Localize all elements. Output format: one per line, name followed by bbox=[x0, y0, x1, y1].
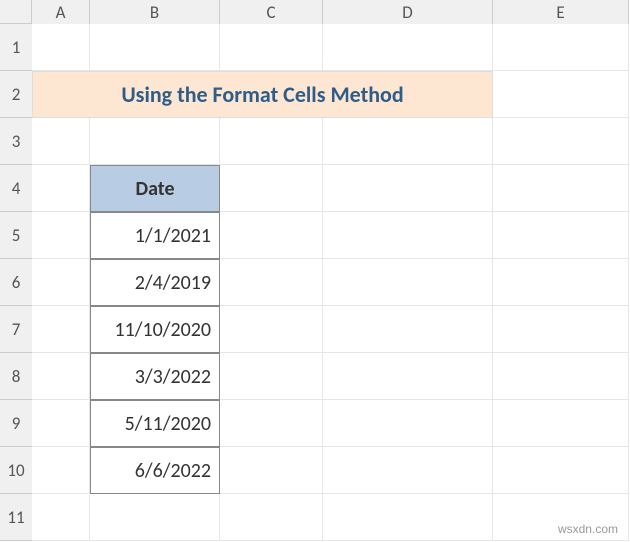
table-row[interactable]: 2/4/2019 bbox=[90, 259, 220, 306]
cell-C10[interactable] bbox=[220, 447, 323, 494]
cell-D10[interactable] bbox=[323, 447, 493, 494]
cell-C5[interactable] bbox=[220, 212, 323, 259]
cell-D11[interactable] bbox=[323, 494, 493, 541]
cell-A11[interactable] bbox=[32, 494, 90, 541]
row-header-10[interactable]: 10 bbox=[0, 447, 32, 494]
cell-A9[interactable] bbox=[32, 400, 90, 447]
cell-C8[interactable] bbox=[220, 353, 323, 400]
table-row[interactable]: 3/3/2022 bbox=[90, 353, 220, 400]
cell-B1[interactable] bbox=[90, 24, 220, 71]
col-header-A[interactable]: A bbox=[32, 0, 90, 24]
cell-E9[interactable] bbox=[493, 400, 629, 447]
row-header-5[interactable]: 5 bbox=[0, 212, 32, 259]
cell-D8[interactable] bbox=[323, 353, 493, 400]
col-header-E[interactable]: E bbox=[493, 0, 629, 24]
cell-D4[interactable] bbox=[323, 165, 493, 212]
cell-E3[interactable] bbox=[493, 118, 629, 165]
cell-A8[interactable] bbox=[32, 353, 90, 400]
row-header-11[interactable]: 11 bbox=[0, 494, 32, 541]
table-row[interactable]: 5/11/2020 bbox=[90, 400, 220, 447]
select-all-corner[interactable] bbox=[0, 0, 32, 24]
row-header-4[interactable]: 4 bbox=[0, 165, 32, 212]
col-header-C[interactable]: C bbox=[220, 0, 323, 24]
spreadsheet-grid: A B C D E 1 2 Using the Format Cells Met… bbox=[0, 0, 630, 541]
cell-E6[interactable] bbox=[493, 259, 629, 306]
cell-C7[interactable] bbox=[220, 306, 323, 353]
row-header-8[interactable]: 8 bbox=[0, 353, 32, 400]
cell-E1[interactable] bbox=[493, 24, 629, 71]
cell-D3[interactable] bbox=[323, 118, 493, 165]
cell-B3[interactable] bbox=[90, 118, 220, 165]
cell-C1[interactable] bbox=[220, 24, 323, 71]
cell-E2[interactable] bbox=[493, 71, 629, 118]
cell-C11[interactable] bbox=[220, 494, 323, 541]
cell-D9[interactable] bbox=[323, 400, 493, 447]
cell-E10[interactable] bbox=[493, 447, 629, 494]
row-header-1[interactable]: 1 bbox=[0, 24, 32, 71]
cell-D1[interactable] bbox=[323, 24, 493, 71]
cell-A7[interactable] bbox=[32, 306, 90, 353]
cell-C9[interactable] bbox=[220, 400, 323, 447]
cell-D5[interactable] bbox=[323, 212, 493, 259]
cell-D7[interactable] bbox=[323, 306, 493, 353]
cell-E8[interactable] bbox=[493, 353, 629, 400]
cell-D6[interactable] bbox=[323, 259, 493, 306]
table-row[interactable]: 6/6/2022 bbox=[90, 447, 220, 494]
cell-E4[interactable] bbox=[493, 165, 629, 212]
watermark-text: wsxdn.com bbox=[558, 522, 618, 536]
cell-C4[interactable] bbox=[220, 165, 323, 212]
col-header-B[interactable]: B bbox=[90, 0, 220, 24]
cell-A6[interactable] bbox=[32, 259, 90, 306]
cell-B11[interactable] bbox=[90, 494, 220, 541]
table-header-date[interactable]: Date bbox=[90, 165, 220, 212]
table-row[interactable]: 1/1/2021 bbox=[90, 212, 220, 259]
col-header-D[interactable]: D bbox=[323, 0, 493, 24]
cell-E7[interactable] bbox=[493, 306, 629, 353]
table-row[interactable]: 11/10/2020 bbox=[90, 306, 220, 353]
cell-E5[interactable] bbox=[493, 212, 629, 259]
row-header-6[interactable]: 6 bbox=[0, 259, 32, 306]
row-header-2[interactable]: 2 bbox=[0, 71, 32, 118]
cell-A4[interactable] bbox=[32, 165, 90, 212]
row-header-3[interactable]: 3 bbox=[0, 118, 32, 165]
cell-C6[interactable] bbox=[220, 259, 323, 306]
cell-A3[interactable] bbox=[32, 118, 90, 165]
cell-A1[interactable] bbox=[32, 24, 90, 71]
cell-A10[interactable] bbox=[32, 447, 90, 494]
cell-A5[interactable] bbox=[32, 212, 90, 259]
title-banner[interactable]: Using the Format Cells Method bbox=[32, 71, 493, 118]
cell-C3[interactable] bbox=[220, 118, 323, 165]
row-header-7[interactable]: 7 bbox=[0, 306, 32, 353]
row-header-9[interactable]: 9 bbox=[0, 400, 32, 447]
